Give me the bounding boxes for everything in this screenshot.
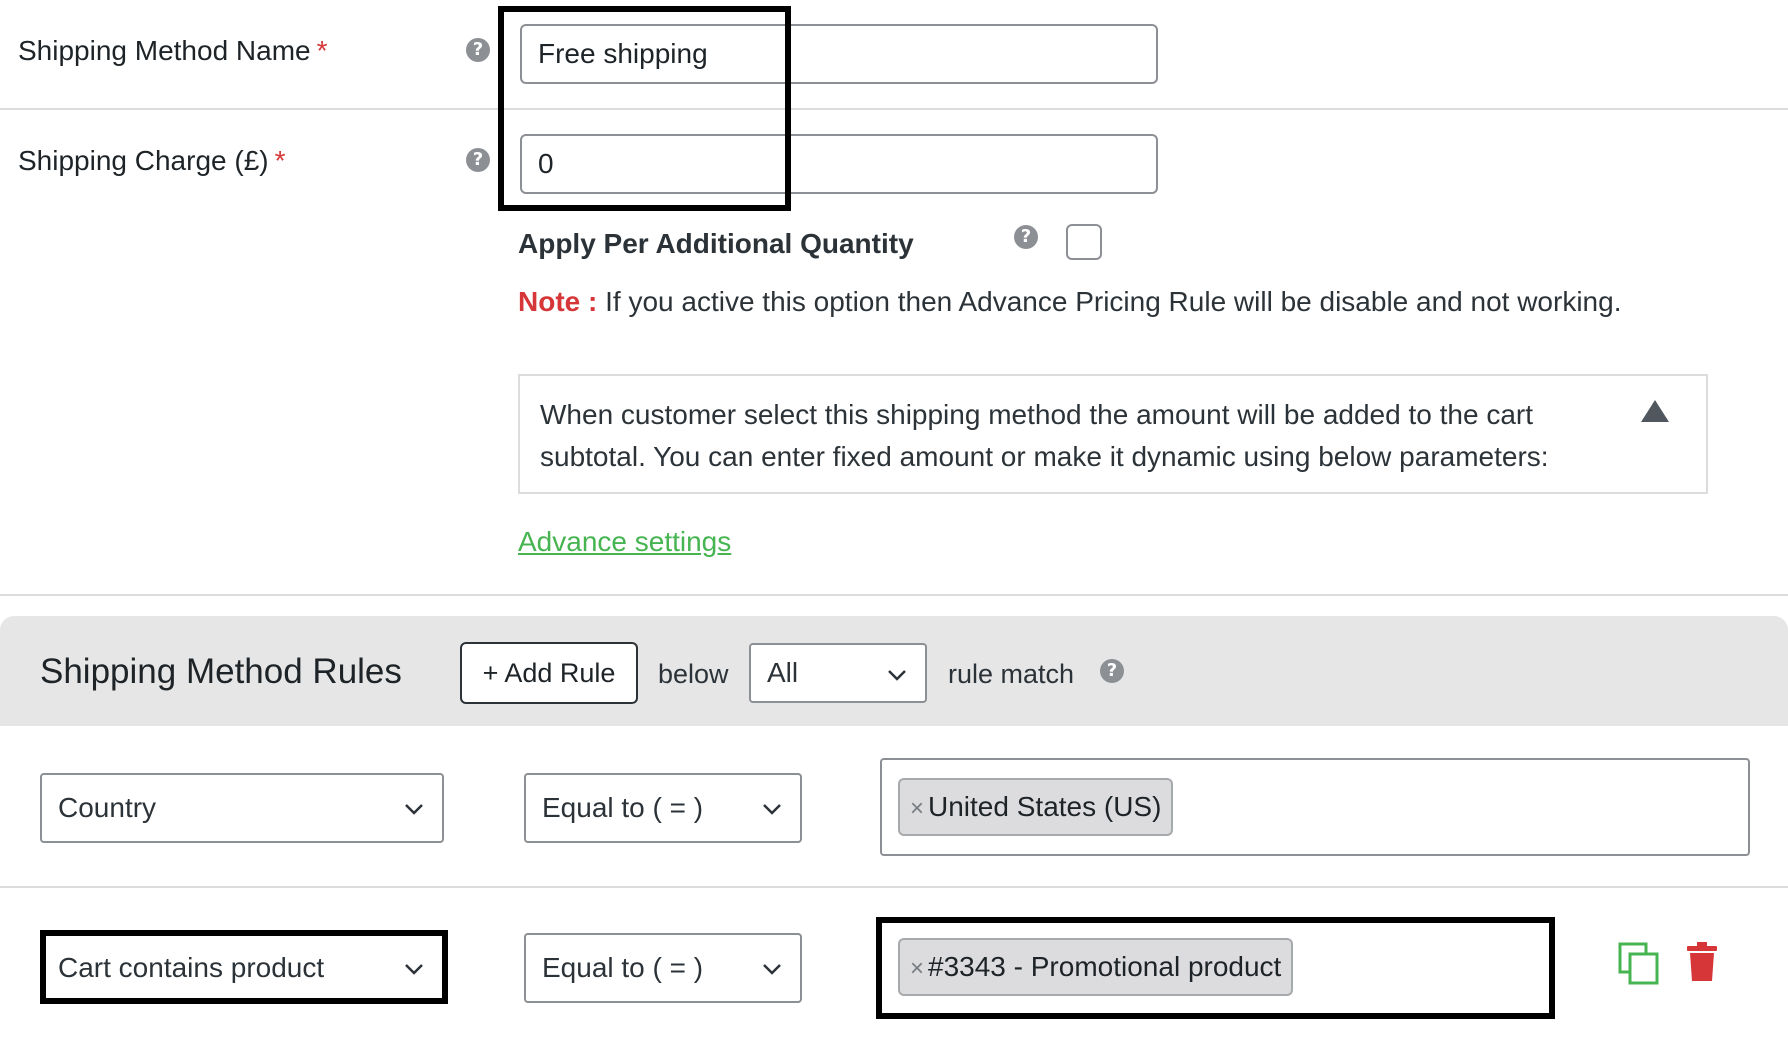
- rule-match-text: rule match: [948, 659, 1075, 689]
- highlight-frame: [498, 6, 791, 211]
- trash-icon[interactable]: [1686, 942, 1718, 982]
- rule-operator-select[interactable]: Equal to ( = ): [524, 933, 802, 1003]
- required-mark: *: [316, 35, 328, 66]
- add-rule-button[interactable]: + Add Rule: [460, 642, 638, 704]
- required-mark: *: [274, 145, 286, 176]
- additional-quantity-label: Apply Per Additional Quantity: [518, 228, 914, 259]
- operator-value: Equal to ( = ): [542, 952, 704, 983]
- match-select[interactable]: All: [749, 643, 927, 703]
- help-icon[interactable]: ?: [1100, 659, 1124, 683]
- rule-condition-select[interactable]: Country: [40, 773, 444, 843]
- info-text: When customer select this shipping metho…: [540, 399, 1549, 472]
- divider: [0, 594, 1788, 596]
- divider: [0, 108, 1788, 110]
- operator-value: Equal to ( = ): [542, 792, 704, 823]
- highlight-frame: [40, 930, 448, 1004]
- condition-value: Country: [58, 792, 157, 823]
- chevron-down-icon: [405, 804, 423, 815]
- chevron-down-icon: [763, 964, 781, 975]
- token-label: United States (US): [928, 791, 1162, 822]
- help-icon[interactable]: ?: [466, 38, 490, 62]
- chevron-down-icon: [763, 804, 781, 815]
- divider: [0, 886, 1788, 888]
- below-text: below: [658, 659, 729, 689]
- chevron-down-icon: [888, 670, 906, 681]
- triangle-up-icon[interactable]: [1640, 398, 1670, 424]
- rule-value-field[interactable]: × United States (US): [880, 758, 1750, 856]
- rule-operator-select[interactable]: Equal to ( = ): [524, 773, 802, 843]
- note-label: Note :: [518, 286, 598, 317]
- advance-settings-link[interactable]: Advance settings: [518, 526, 731, 558]
- remove-token-icon[interactable]: ×: [910, 795, 924, 822]
- note-text: If you active this option then Advance P…: [605, 286, 1622, 317]
- value-token: × United States (US): [898, 778, 1174, 836]
- shipping-charge-label: Shipping Charge (£) *: [18, 145, 286, 176]
- note-line: Note : If you active this option then Ad…: [518, 286, 1621, 318]
- method-name-label: Shipping Method Name *: [18, 35, 328, 66]
- copy-icon[interactable]: [1618, 942, 1660, 986]
- rules-title: Shipping Method Rules: [40, 652, 402, 691]
- info-box: When customer select this shipping metho…: [518, 374, 1708, 494]
- additional-quantity-checkbox[interactable]: [1066, 224, 1102, 260]
- help-icon[interactable]: ?: [466, 148, 490, 172]
- help-icon[interactable]: ?: [1014, 225, 1038, 249]
- highlight-frame: [876, 917, 1555, 1019]
- match-select-value: All: [767, 657, 799, 688]
